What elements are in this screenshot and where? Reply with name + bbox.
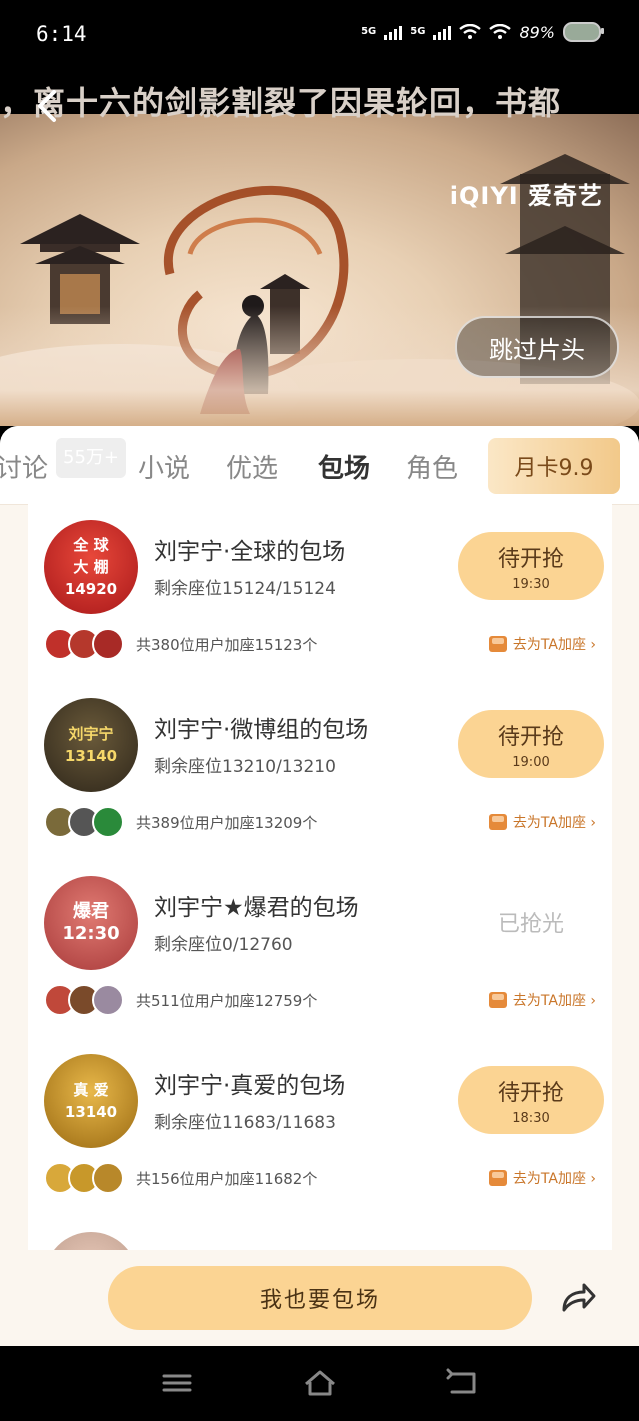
- button-time: 19:30: [512, 576, 550, 592]
- supporter-avatars: [44, 984, 124, 1016]
- button-time: 18:30: [512, 1110, 550, 1126]
- seat-icon: [488, 814, 507, 830]
- help-add-seat-link[interactable]: 去为TA加座 ›: [488, 1168, 596, 1188]
- avatar[interactable]: 全 球 大 棚 14920: [44, 520, 138, 614]
- status-icons: 5G 5G 89%: [361, 22, 604, 42]
- avatar[interactable]: 真 爱 13140: [44, 1054, 138, 1148]
- list-item: 全 球 大 棚 14920 刘宇宁·全球的包场 剩余座位15124/15124 …: [28, 504, 612, 682]
- supporter-avatars: [44, 628, 124, 660]
- pending-grab-button[interactable]: 待开抢 19:30: [458, 532, 604, 600]
- share-icon[interactable]: [556, 1276, 600, 1320]
- join-count: 共511位用户加座12759个: [136, 992, 318, 1010]
- pending-grab-button[interactable]: 待开抢 19:00: [458, 710, 604, 778]
- list-item: 刘宇宁 13140 刘宇宁·微博组的包场 剩余座位13210/13210 待开抢…: [28, 682, 612, 860]
- discussion-count-badge: 55万+: [56, 438, 126, 478]
- back-nav-icon[interactable]: [444, 1368, 484, 1398]
- back-icon[interactable]: [28, 86, 68, 126]
- join-count: 共380位用户加座15123个: [136, 636, 318, 654]
- book-session-button[interactable]: 我也要包场: [108, 1266, 532, 1330]
- seat-icon: [488, 1170, 507, 1186]
- help-add-seat-link[interactable]: 去为TA加座 ›: [488, 990, 596, 1010]
- video-frame: iQIYI 爱奇艺 跳过片头: [0, 114, 639, 426]
- avatar-text: 真 爱 13140: [64, 1081, 118, 1121]
- remaining-seats: 剩余座位15124/15124: [154, 579, 336, 599]
- signal-icon: [384, 24, 403, 40]
- help-label: 去为TA加座 ›: [512, 993, 596, 1009]
- help-add-seat-link[interactable]: 去为TA加座 ›: [488, 812, 596, 832]
- help-label: 去为TA加座 ›: [512, 1171, 596, 1187]
- booking-title[interactable]: 刘宇宁★爆君的包场: [154, 888, 359, 922]
- pending-grab-button[interactable]: 待开抢 18:30: [458, 1066, 604, 1134]
- danmaku-comment: ，离十六的剑影割裂了因果轮回，书都: [0, 84, 562, 122]
- bottom-action-bar: 我也要包场: [0, 1250, 639, 1346]
- tab-featured[interactable]: 优选: [226, 448, 278, 485]
- booking-list: 全 球 大 棚 14920 刘宇宁·全球的包场 剩余座位15124/15124 …: [28, 504, 612, 1326]
- avatar[interactable]: 刘宇宁 13140: [44, 698, 138, 792]
- battery-percent: 89%: [519, 22, 555, 42]
- button-label: 待开抢: [497, 546, 564, 572]
- tab-bar: 讨论 55万+ 小说 优选 包场 角色 月卡9.9: [0, 426, 639, 505]
- help-label: 去为TA加座 ›: [512, 637, 596, 653]
- supporter-avatars: [44, 806, 124, 838]
- signal-icon-2: [433, 24, 452, 40]
- list-item: 爆君 12:30 刘宇宁★爆君的包场 剩余座位0/12760 已抢光 共511位…: [28, 860, 612, 1038]
- avatar[interactable]: 爆君 12:30: [44, 876, 138, 970]
- booking-title[interactable]: 刘宇宁·真爱的包场: [154, 1066, 345, 1100]
- tab-characters[interactable]: 角色: [406, 448, 458, 485]
- booking-sheet: 讨论 55万+ 小说 优选 包场 角色 月卡9.9 全 球 大 棚 14920 …: [0, 426, 639, 1346]
- network-5g-label-2: 5G: [410, 26, 426, 37]
- tab-booking[interactable]: 包场: [318, 448, 370, 485]
- help-label: 去为TA加座 ›: [512, 815, 596, 831]
- booking-title[interactable]: 刘宇宁·微博组的包场: [154, 710, 368, 744]
- video-player[interactable]: iQIYI 爱奇艺 跳过片头 ，离十六的剑影割裂了因果轮回，书都: [0, 72, 639, 426]
- button-time: 19:00: [512, 754, 550, 770]
- status-time: 6:14: [36, 22, 87, 46]
- seat-icon: [488, 992, 507, 1008]
- system-nav-bar: [0, 1346, 639, 1421]
- list-item: 真 爱 13140 刘宇宁·真爱的包场 剩余座位11683/11683 待开抢 …: [28, 1038, 612, 1216]
- remaining-seats: 剩余座位13210/13210: [154, 757, 336, 777]
- join-count: 共389位用户加座13209个: [136, 814, 318, 832]
- remaining-seats: 剩余座位11683/11683: [154, 1113, 336, 1133]
- avatar-text: 刘宇宁 13140: [64, 725, 118, 765]
- button-label: 待开抢: [497, 1080, 564, 1106]
- booking-title[interactable]: 刘宇宁·全球的包场: [154, 532, 345, 566]
- menu-icon[interactable]: [160, 1368, 200, 1398]
- supporter-avatar: [92, 1162, 124, 1194]
- tab-discussion[interactable]: 讨论: [0, 448, 48, 485]
- status-bar: 6:14 5G 5G 89%: [0, 0, 639, 72]
- battery-icon: [563, 22, 604, 42]
- wifi-icon: [459, 24, 482, 39]
- skip-intro-button[interactable]: 跳过片头: [455, 316, 619, 378]
- join-count: 共156位用户加座11682个: [136, 1170, 318, 1188]
- supporter-avatar: [92, 628, 124, 660]
- supporter-avatar: [92, 984, 124, 1016]
- supporter-avatars: [44, 1162, 124, 1194]
- home-icon[interactable]: [300, 1368, 340, 1398]
- network-5g-label: 5G: [361, 26, 377, 37]
- supporter-avatar: [92, 806, 124, 838]
- help-add-seat-link[interactable]: 去为TA加座 ›: [488, 634, 596, 654]
- monthly-card-button[interactable]: 月卡9.9: [488, 438, 620, 494]
- wifi-icon-2: [489, 24, 512, 39]
- avatar-text: 爆君 12:30: [62, 901, 120, 944]
- avatar-text: 全 球 大 棚 14920: [64, 536, 118, 598]
- remaining-seats: 剩余座位0/12760: [154, 935, 293, 955]
- seat-icon: [488, 636, 507, 652]
- iqiyi-logo: iQIYI 爱奇艺: [449, 182, 603, 210]
- tab-novel[interactable]: 小说: [138, 448, 190, 485]
- sold-out-label: 已抢光: [497, 912, 564, 937]
- button-label: 待开抢: [497, 724, 564, 750]
